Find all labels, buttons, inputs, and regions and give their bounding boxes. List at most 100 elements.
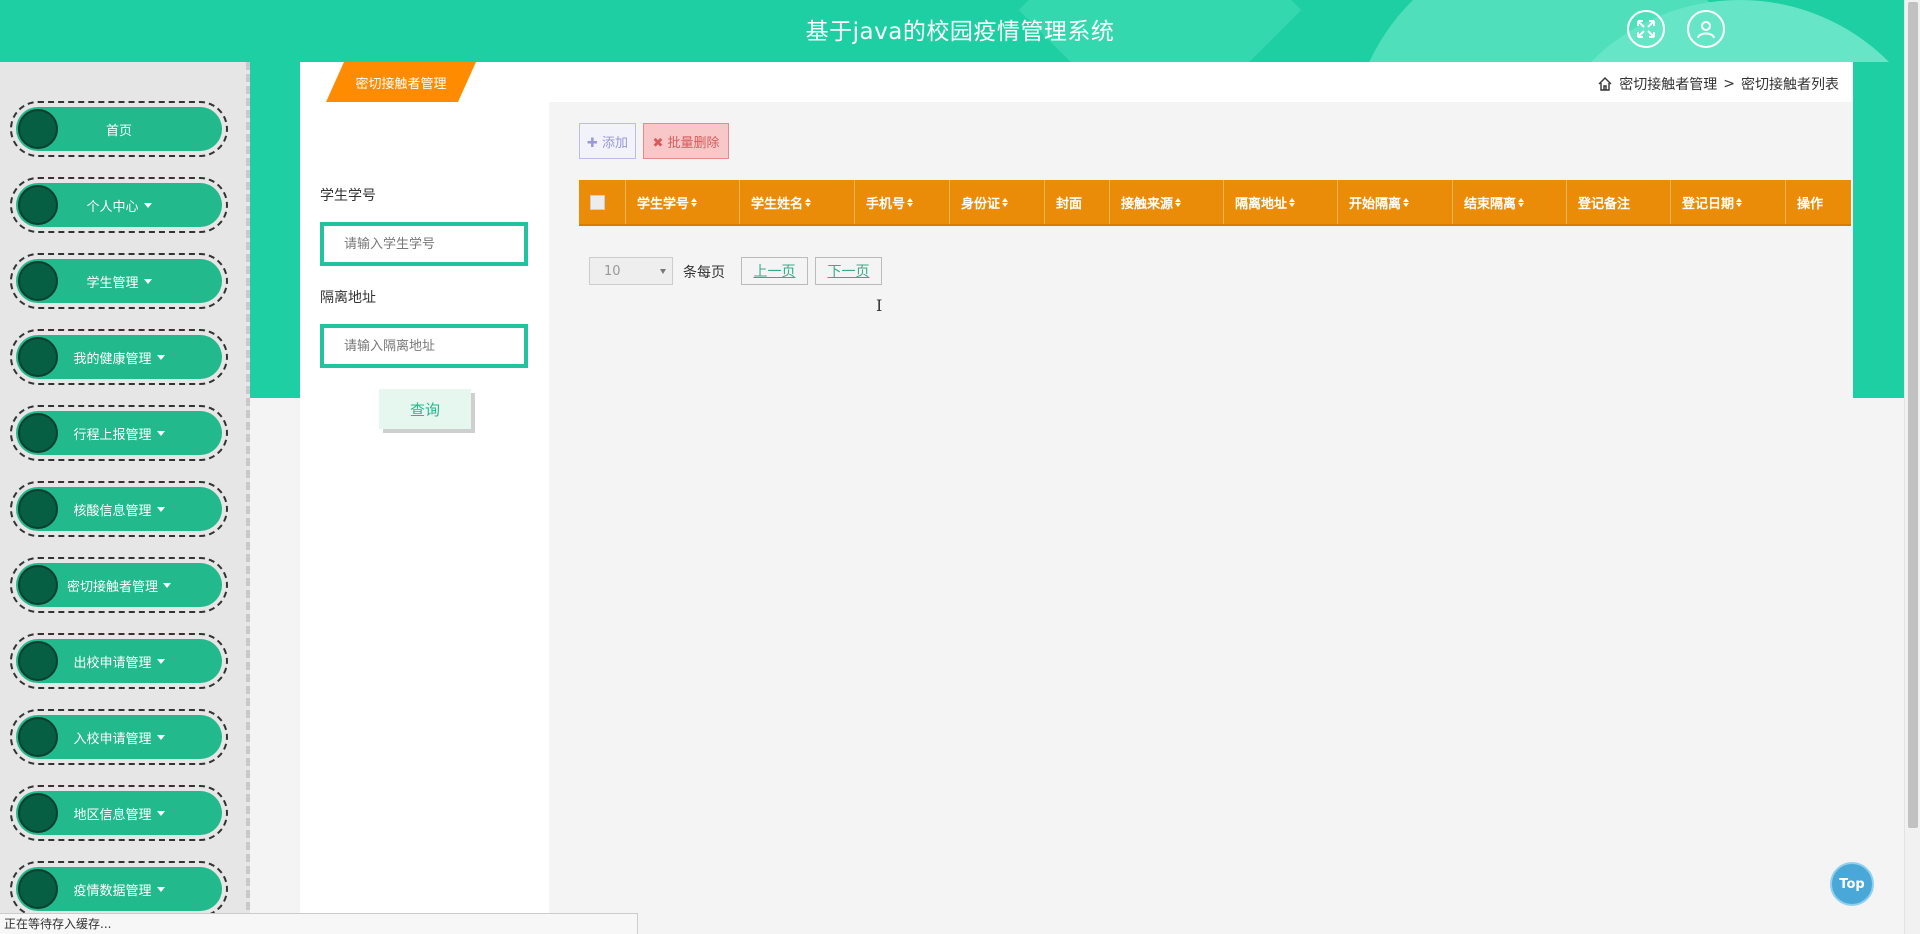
sidebar-item-region-info[interactable]: 地区信息管理 bbox=[10, 785, 228, 841]
column-header-label: 隔离地址 bbox=[1235, 196, 1288, 212]
column-header-label: 学生学号 bbox=[637, 196, 690, 212]
panel-tab: 密切接触者管理 bbox=[326, 62, 476, 102]
nav-dot bbox=[18, 641, 58, 681]
nav-pill: 密切接触者管理 bbox=[16, 563, 222, 607]
table-header-checkbox-cell bbox=[579, 180, 626, 224]
column-header: 登记备注 bbox=[1567, 180, 1671, 224]
column-header-label: 结束隔离 bbox=[1464, 196, 1517, 212]
column-header[interactable]: 学生姓名 bbox=[740, 180, 855, 224]
status-bar: 正在等待存入缓存... bbox=[0, 913, 638, 934]
prev-page-button[interactable]: 上一页 bbox=[741, 257, 808, 285]
chevron-down-icon bbox=[660, 269, 666, 274]
add-button-label: 添加 bbox=[602, 135, 629, 151]
back-to-top-button[interactable]: Top bbox=[1830, 862, 1874, 906]
table-header: 学生学号 学生姓名 手机号 身份证 封面 接触来源 隔离地址 开始隔离 结束隔离… bbox=[579, 180, 1851, 226]
sidebar-item-student-management[interactable]: 学生管理 bbox=[10, 253, 228, 309]
sidebar-item-nucleic-acid[interactable]: 核酸信息管理 bbox=[10, 481, 228, 537]
sidebar-item-travel-report[interactable]: 行程上报管理 bbox=[10, 405, 228, 461]
address-label: 隔离地址 bbox=[320, 290, 376, 306]
sort-icon bbox=[691, 197, 698, 207]
sidebar-item-home[interactable]: 首页 bbox=[10, 101, 228, 157]
nav-pill: 个人中心 bbox=[16, 183, 222, 227]
top-header: 基于java的校园疫情管理系统 bbox=[0, 0, 1920, 62]
address-input[interactable] bbox=[320, 324, 528, 368]
nav-pill: 我的健康管理 bbox=[16, 335, 222, 379]
sidebar-item-label: 个人中心 bbox=[86, 199, 139, 215]
page-scrollbar[interactable] bbox=[1904, 0, 1920, 934]
sort-icon bbox=[1289, 197, 1296, 207]
column-header[interactable]: 开始隔离 bbox=[1338, 180, 1453, 224]
column-header-label: 接触来源 bbox=[1121, 196, 1174, 212]
nav-pill: 首页 bbox=[16, 107, 222, 151]
nav-dot bbox=[18, 717, 58, 757]
sort-icon bbox=[1518, 197, 1525, 207]
nav-dot bbox=[18, 489, 58, 529]
expand-icon bbox=[1637, 20, 1655, 38]
column-header-label: 身份证 bbox=[961, 196, 1001, 212]
column-header[interactable]: 接触来源 bbox=[1110, 180, 1224, 224]
breadcrumb-separator: > bbox=[1723, 76, 1735, 92]
column-header: 操作 bbox=[1786, 180, 1851, 224]
fullscreen-button[interactable] bbox=[1627, 10, 1665, 48]
breadcrumb: 密切接触者管理 > 密切接触者列表 bbox=[1597, 74, 1839, 94]
page-size-select[interactable]: 10 bbox=[589, 257, 673, 285]
nav-dot bbox=[18, 565, 58, 605]
nav-pill: 地区信息管理 bbox=[16, 791, 222, 835]
sidebar-item-personal-center[interactable]: 个人中心 bbox=[10, 177, 228, 233]
plus-icon: ✚ bbox=[586, 135, 598, 151]
caret-down-icon bbox=[163, 582, 171, 588]
breadcrumb-level1[interactable]: 密切接触者管理 bbox=[1619, 74, 1717, 94]
nav-pill: 入校申请管理 bbox=[16, 715, 222, 759]
sidebar-item-label: 学生管理 bbox=[86, 275, 139, 291]
sidebar-item-label: 行程上报管理 bbox=[73, 427, 152, 443]
sidebar-item-enter-school[interactable]: 入校申请管理 bbox=[10, 709, 228, 765]
column-header-label: 学生姓名 bbox=[751, 196, 804, 212]
caret-down-icon bbox=[156, 810, 165, 816]
student-no-input[interactable] bbox=[320, 222, 528, 266]
caret-down-icon bbox=[156, 354, 165, 360]
batch-delete-button[interactable]: ✖ 批量删除 bbox=[643, 123, 729, 159]
list-area: ✚ 添加 ✖ 批量删除 学生学号 学生姓名 手机号 身份证 封面 接触来源 隔离… bbox=[549, 102, 1853, 934]
sidebar-item-label: 出校申请管理 bbox=[73, 655, 152, 671]
nav-pill: 出校申请管理 bbox=[16, 639, 222, 683]
home-icon[interactable] bbox=[1597, 76, 1613, 92]
add-button[interactable]: ✚ 添加 bbox=[579, 123, 636, 159]
column-header[interactable]: 结束隔离 bbox=[1453, 180, 1567, 224]
query-button[interactable]: 查询 bbox=[379, 389, 471, 429]
column-header[interactable]: 身份证 bbox=[950, 180, 1045, 224]
column-header[interactable]: 隔离地址 bbox=[1224, 180, 1338, 224]
sort-icon bbox=[1175, 197, 1182, 207]
sidebar-item-epidemic-data[interactable]: 疫情数据管理 bbox=[10, 861, 228, 917]
nav-dot bbox=[18, 261, 58, 301]
student-no-label: 学生学号 bbox=[320, 188, 376, 204]
column-header[interactable]: 登记日期 bbox=[1671, 180, 1786, 224]
column-header-label: 登记备注 bbox=[1578, 196, 1631, 212]
select-all-checkbox[interactable] bbox=[590, 194, 605, 210]
nav-pill: 学生管理 bbox=[16, 259, 222, 303]
column-header-label: 封面 bbox=[1056, 196, 1083, 212]
breadcrumb-level2: 密切接触者列表 bbox=[1741, 77, 1839, 93]
close-icon: ✖ bbox=[652, 135, 664, 151]
caret-down-icon bbox=[156, 886, 165, 892]
sidebar-item-leave-school[interactable]: 出校申请管理 bbox=[10, 633, 228, 689]
per-page-label: 条每页 bbox=[683, 265, 725, 281]
sidebar-item-close-contacts[interactable]: 密切接触者管理 bbox=[10, 557, 228, 613]
user-button[interactable] bbox=[1687, 10, 1725, 48]
next-page-button[interactable]: 下一页 bbox=[815, 257, 882, 285]
sidebar-item-label: 首页 bbox=[105, 123, 132, 139]
scrollbar-thumb[interactable] bbox=[1908, 2, 1918, 828]
caret-down-icon bbox=[143, 202, 152, 208]
sidebar-item-label: 密切接触者管理 bbox=[66, 579, 158, 595]
sidebar-item-label: 地区信息管理 bbox=[73, 807, 152, 823]
nav-pill: 核酸信息管理 bbox=[16, 487, 222, 531]
caret-down-icon bbox=[156, 506, 165, 512]
column-header[interactable]: 学生学号 bbox=[626, 180, 740, 224]
main-panel: 密切接触者管理 密切接触者管理 > 密切接触者列表 学生学号 隔离地址 查询 ✚… bbox=[300, 62, 1853, 934]
nav-dot bbox=[18, 413, 58, 453]
user-icon bbox=[1697, 21, 1715, 39]
nav-dot bbox=[18, 869, 58, 909]
sidebar-item-label: 核酸信息管理 bbox=[73, 503, 152, 519]
sidebar-item-health-management[interactable]: 我的健康管理 bbox=[10, 329, 228, 385]
column-header[interactable]: 手机号 bbox=[855, 180, 950, 224]
nav-dot bbox=[18, 793, 58, 833]
